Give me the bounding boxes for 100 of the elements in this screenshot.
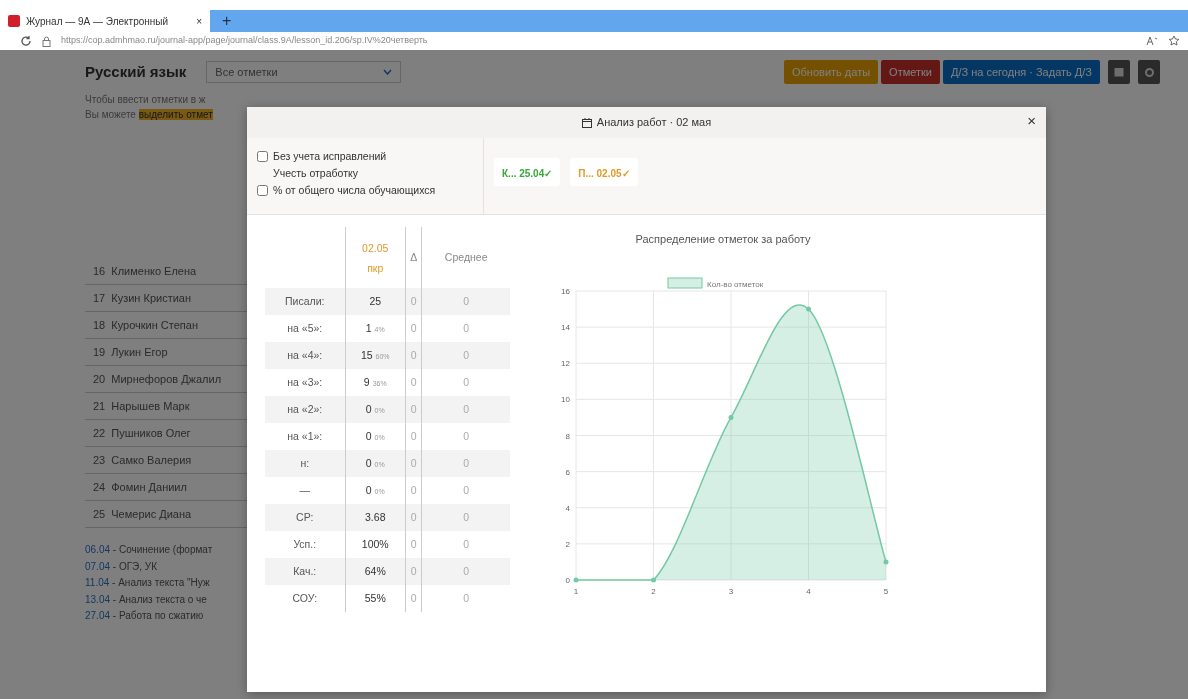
table-cell: 64% bbox=[345, 558, 406, 585]
x-tick-label: 3 bbox=[728, 587, 734, 596]
toolbar-button[interactable]: Отметки bbox=[881, 59, 940, 85]
student-name: Фомин Даниил bbox=[111, 479, 187, 495]
work-chip[interactable]: П... 02.05✓ bbox=[570, 158, 638, 186]
calendar-button[interactable] bbox=[1108, 60, 1130, 84]
row-label: Кач.: bbox=[265, 558, 345, 585]
checkbox[interactable] bbox=[257, 151, 268, 162]
table-cell: 0 bbox=[405, 450, 422, 477]
student-number: 20 bbox=[93, 371, 106, 387]
row-label: СР: bbox=[265, 504, 345, 531]
row-label: Писали: bbox=[265, 288, 345, 315]
student-name: Курочкин Степан bbox=[111, 317, 198, 333]
table-cell: 0 bbox=[421, 288, 510, 315]
favorite-icon[interactable] bbox=[1168, 35, 1180, 47]
row-label: на «2»: bbox=[265, 396, 345, 423]
x-tick-label: 2 bbox=[651, 587, 656, 596]
student-number: 16 bbox=[93, 263, 106, 279]
work-chip[interactable]: К... 25.04✓ bbox=[494, 158, 561, 186]
filter-select[interactable]: Все отметки bbox=[206, 60, 402, 84]
student-number: 19 bbox=[93, 344, 106, 360]
calendar-icon bbox=[1114, 67, 1124, 77]
reload-icon[interactable] bbox=[20, 35, 32, 47]
tab-close-button[interactable]: × bbox=[196, 13, 202, 29]
table-cell: 0 bbox=[405, 558, 422, 585]
option-label: % от общего числа обучающихся bbox=[273, 182, 436, 198]
student-number: 18 bbox=[93, 317, 106, 333]
data-point bbox=[573, 577, 579, 583]
y-tick-label: 12 bbox=[561, 359, 570, 369]
dialog-title: Анализ работ · 02 мая bbox=[596, 115, 712, 131]
toolbar-button[interactable]: Обновить даты bbox=[784, 59, 879, 85]
table-cell: 0 bbox=[405, 288, 422, 315]
student-number: 22 bbox=[93, 425, 106, 441]
checkbox[interactable] bbox=[257, 185, 268, 196]
table-cell: 0 bbox=[421, 342, 510, 369]
option-label: Учесть отработку bbox=[273, 165, 358, 181]
toolbar-button[interactable]: Д/З на сегодня · Задать Д/З bbox=[943, 59, 1100, 85]
student-name: Пушников Олег bbox=[111, 425, 191, 441]
row-label: на «4»: bbox=[265, 342, 345, 369]
chart-title: Распределение отметок за работу bbox=[635, 233, 811, 245]
data-point bbox=[806, 306, 811, 312]
legend-label: Кол-во отметок bbox=[707, 280, 764, 289]
calendar-icon bbox=[581, 117, 592, 128]
lock-icon bbox=[42, 35, 51, 47]
student-number: 17 bbox=[93, 290, 106, 306]
tab-title: Журнал — 9А — Электронный bbox=[26, 14, 169, 29]
row-label: СОУ: bbox=[265, 585, 345, 612]
row-label: — bbox=[265, 477, 345, 504]
subject-title: Русский язык bbox=[85, 61, 187, 82]
close-button[interactable]: × bbox=[1027, 113, 1036, 128]
table-cell: 55% bbox=[345, 585, 406, 612]
x-tick-label: 5 bbox=[883, 587, 889, 596]
data-point bbox=[651, 577, 656, 583]
student-name: Клименко Елена bbox=[111, 263, 197, 279]
table-cell: 25 bbox=[345, 288, 406, 315]
table-cell: 0 bbox=[421, 585, 510, 612]
student-number: 24 bbox=[93, 479, 106, 495]
data-point bbox=[728, 414, 734, 420]
x-tick-label: 1 bbox=[573, 587, 579, 596]
data-point bbox=[883, 559, 889, 565]
y-tick-label: 10 bbox=[561, 395, 570, 405]
student-name: Нарышев Марк bbox=[111, 398, 190, 414]
y-tick-label: 6 bbox=[565, 467, 570, 477]
student-name: Кузин Кристиан bbox=[111, 290, 192, 306]
settings-button[interactable] bbox=[1138, 60, 1160, 84]
chart-legend[interactable]: Кол-во отметок bbox=[667, 277, 764, 289]
table-cell: 0 bbox=[405, 504, 422, 531]
table-cell: 0 bbox=[405, 342, 422, 369]
y-tick-label: 8 bbox=[565, 431, 570, 441]
row-label: Усп.: bbox=[265, 531, 345, 558]
row-label: на «5»: bbox=[265, 315, 345, 342]
y-tick-label: 0 bbox=[565, 576, 570, 585]
read-aloud-icon[interactable] bbox=[1146, 36, 1158, 46]
address-bar[interactable]: https://cop.admhmao.ru/journal-app/page/journal/class.9A/lesson_id.206/sp.IV%20четверть bbox=[61, 34, 428, 48]
table-cell: 0 bbox=[405, 585, 422, 612]
table-cell: 0 bbox=[421, 396, 510, 423]
table-cell: 0 bbox=[421, 558, 510, 585]
table-cell: 0 bbox=[421, 504, 510, 531]
settings-icon bbox=[1143, 66, 1155, 78]
y-tick-label: 16 bbox=[561, 287, 570, 296]
y-tick-label: 4 bbox=[565, 503, 570, 513]
student-number: 23 bbox=[93, 452, 106, 468]
student-number: 21 bbox=[93, 398, 106, 414]
option-label: Без учета исправлений bbox=[273, 148, 387, 164]
hint-text: Чтобы ввести отметки в ж bbox=[85, 93, 207, 107]
new-tab-button[interactable]: + bbox=[222, 13, 232, 29]
table-cell: 0 bbox=[421, 450, 510, 477]
y-tick-label: 14 bbox=[561, 323, 570, 333]
student-name: Мирнефоров Джалил bbox=[111, 371, 222, 387]
row-label: н: bbox=[265, 450, 345, 477]
site-logo-icon bbox=[8, 15, 20, 27]
x-tick-label: 4 bbox=[806, 587, 811, 596]
student-number: 25 bbox=[93, 506, 106, 522]
table-cell: 0 bbox=[405, 396, 422, 423]
row-label: на «1»: bbox=[265, 423, 345, 450]
student-name: Лукин Егор bbox=[111, 344, 168, 360]
y-tick-label: 2 bbox=[565, 539, 570, 549]
caret-icon bbox=[383, 69, 393, 75]
row-label: на «3»: bbox=[265, 369, 345, 396]
table-cell: 3.68 bbox=[345, 504, 406, 531]
